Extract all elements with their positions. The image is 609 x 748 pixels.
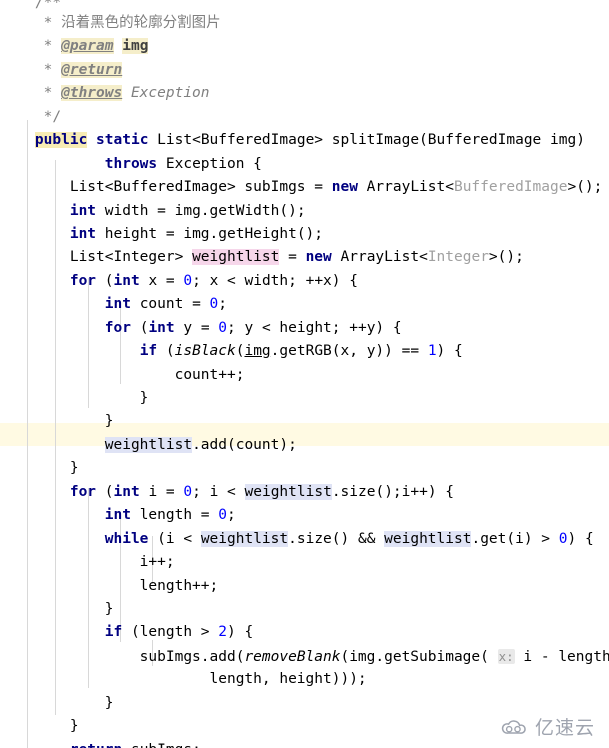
code-line[interactable]: int height = img.getHeight(); bbox=[0, 223, 609, 246]
keyword-int: int bbox=[69, 202, 97, 219]
keyword-static: static bbox=[96, 132, 149, 149]
keyword-for: for bbox=[69, 483, 97, 500]
keyword-new: new bbox=[331, 179, 358, 196]
keyword-int: int bbox=[113, 272, 140, 289]
code-line[interactable]: List<BufferedImage> subImgs = new ArrayL… bbox=[0, 176, 609, 199]
javadoc-tag-param: @param bbox=[61, 38, 114, 55]
code-line[interactable]: } bbox=[0, 457, 609, 480]
code-line[interactable]: for (int i = 0; i < weightlist.size();i+… bbox=[0, 481, 609, 504]
identifier-weightlist: weightlist bbox=[104, 436, 193, 453]
code-line[interactable]: * @return bbox=[0, 59, 609, 82]
code-line[interactable]: * @param img bbox=[0, 35, 609, 58]
code-line[interactable]: throws Exception { bbox=[0, 153, 609, 176]
number-literal: 0 bbox=[218, 507, 228, 524]
code-line[interactable]: * 沿着黑色的轮廓分割图片 bbox=[0, 12, 609, 35]
keyword-for: for bbox=[69, 272, 97, 289]
cloud-icon bbox=[501, 719, 526, 734]
code-line[interactable]: if (length > 2) { bbox=[0, 621, 609, 644]
number-literal: 0 bbox=[183, 272, 193, 289]
javadoc-tag-return: @return bbox=[61, 61, 123, 78]
number-literal: 0 bbox=[209, 296, 219, 313]
code-line[interactable]: count++; bbox=[0, 364, 609, 387]
code-line[interactable]: length, height))); bbox=[0, 668, 609, 691]
code-line[interactable]: weightlist.add(count); bbox=[0, 434, 609, 457]
code-line[interactable]: } bbox=[0, 692, 609, 715]
keyword-int: int bbox=[113, 483, 140, 500]
code-line[interactable]: /** bbox=[0, 0, 609, 12]
line-text-0: /** bbox=[0, 0, 62, 11]
keyword-int: int bbox=[148, 319, 175, 336]
watermark: 亿速云 bbox=[500, 713, 595, 740]
code-line[interactable]: public static List<BufferedImage> splitI… bbox=[0, 129, 609, 152]
generic-type-arg: BufferedImage bbox=[453, 179, 568, 196]
code-line[interactable]: length++; bbox=[0, 575, 609, 598]
keyword-int: int bbox=[104, 296, 131, 313]
keyword-return: return bbox=[70, 742, 122, 748]
code-line[interactable]: while (i < weightlist.size() && weightli… bbox=[0, 528, 609, 551]
code-line[interactable]: } bbox=[0, 410, 609, 433]
keyword-if: if bbox=[104, 624, 123, 641]
keyword-if: if bbox=[139, 343, 158, 360]
javadoc-param-name: img bbox=[122, 38, 149, 55]
code-editor[interactable]: /** * 沿着黑色的轮廓分割图片 * @param img * @return… bbox=[0, 0, 609, 748]
code-content[interactable]: /** * 沿着黑色的轮廓分割图片 * @param img * @return… bbox=[0, 0, 609, 748]
code-line[interactable]: int length = 0; bbox=[0, 504, 609, 527]
watermark-text: 亿速云 bbox=[534, 717, 595, 739]
method-removeblank: removeBlank bbox=[244, 648, 341, 665]
identifier-weightlist: weightlist bbox=[384, 530, 472, 547]
param-hint-x: x: bbox=[497, 648, 515, 664]
code-line[interactable]: } bbox=[0, 598, 609, 621]
code-line[interactable]: * @throws Exception bbox=[0, 82, 609, 105]
number-literal: 1 bbox=[427, 343, 437, 360]
code-line[interactable]: i++; bbox=[0, 551, 609, 574]
code-line[interactable]: for (int y = 0; y < height; ++y) { bbox=[0, 317, 609, 340]
code-line[interactable]: List<Integer> weightlist = new ArrayList… bbox=[0, 246, 609, 269]
number-literal: 2 bbox=[218, 624, 227, 641]
parameter-img: img bbox=[244, 343, 271, 360]
number-literal: 0 bbox=[558, 530, 568, 547]
code-line[interactable]: if (isBlack(img.getRGB(x, y)) == 1) { bbox=[0, 340, 609, 363]
keyword-for: for bbox=[104, 319, 131, 336]
keyword-int: int bbox=[69, 225, 97, 242]
number-literal: 0 bbox=[218, 319, 228, 336]
keyword-new: new bbox=[305, 249, 332, 266]
identifier-weightlist: weightlist bbox=[200, 530, 289, 547]
javadoc-exception-type: Exception bbox=[130, 85, 210, 102]
code-line[interactable]: subImgs.add(removeBlank(img.getSubimage(… bbox=[0, 645, 609, 668]
keyword-while: while bbox=[104, 530, 149, 547]
keyword-public: public bbox=[34, 132, 88, 149]
code-line[interactable]: int count = 0; bbox=[0, 293, 609, 316]
javadoc-description: 沿着黑色的轮廓分割图片 bbox=[61, 15, 221, 31]
number-literal: 0 bbox=[183, 483, 193, 500]
javadoc-tag-throws: @throws bbox=[61, 85, 123, 102]
code-line[interactable]: for (int x = 0; x < width; ++x) { bbox=[0, 270, 609, 293]
method-isblack: isBlack bbox=[174, 343, 236, 360]
generic-type-arg: Integer bbox=[427, 249, 489, 266]
code-line[interactable]: int width = img.getWidth(); bbox=[0, 200, 609, 223]
identifier-weightlist: weightlist bbox=[244, 483, 332, 500]
identifier-weightlist: weightlist bbox=[192, 249, 280, 266]
keyword-throws: throws bbox=[104, 155, 158, 172]
code-line[interactable]: } bbox=[0, 387, 609, 410]
keyword-int: int bbox=[104, 507, 131, 524]
code-line[interactable]: */ bbox=[0, 106, 609, 129]
